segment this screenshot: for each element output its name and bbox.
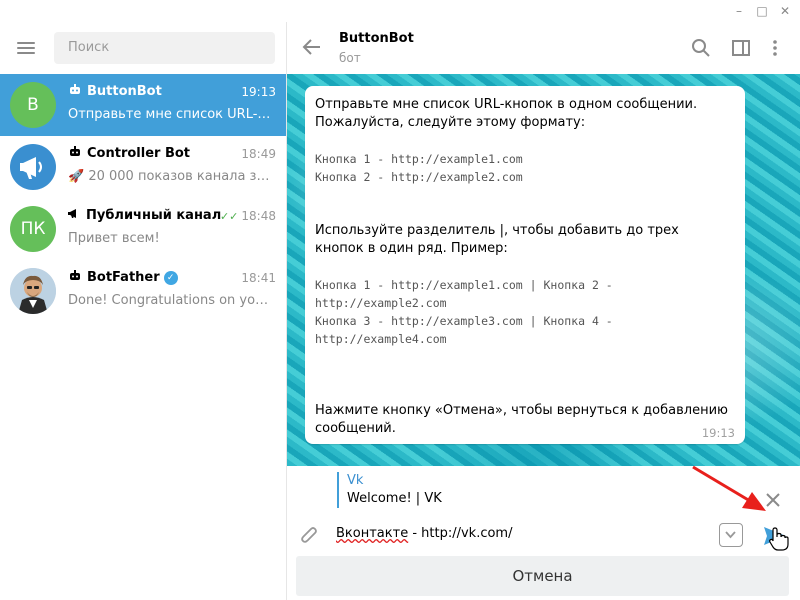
chat-preview: Done! Congratulations on your new bot. [68, 293, 276, 308]
chat-title: Публичный канал [68, 208, 221, 223]
message-code: Кнопка 3 - http://example3.com | Кнопка … [315, 314, 613, 346]
bot-icon [70, 270, 80, 280]
avatar: ПК [10, 206, 56, 252]
chat-background: Отправьте мне список URL-кнопок в одном … [287, 74, 800, 466]
message-composer: Вконтакте - http://vk.com/ [287, 518, 800, 554]
chat-item-controller-bot[interactable]: Controller Bot 18:49 🚀 20 000 показов ка… [0, 136, 286, 198]
message-code: Кнопка 1 - http://example1.com | Кнопка … [315, 278, 613, 310]
conversation-header: ButtonBot бот [287, 22, 800, 74]
chat-item-buttonbot[interactable]: B ButtonBot 19:13 Отправьте мне список U… [0, 74, 286, 136]
chat-time: 19:13 [241, 85, 276, 99]
maximize-button[interactable]: □ [751, 0, 773, 22]
close-icon[interactable] [765, 492, 781, 508]
sidebar-toggle-icon[interactable] [730, 37, 752, 59]
chat-preview: Привет всем! [68, 231, 160, 246]
close-window-button[interactable]: ✕ [774, 0, 796, 22]
search-icon[interactable] [690, 37, 712, 59]
message-code: Кнопка 1 - http://example1.com [315, 152, 523, 166]
hamburger-menu-icon[interactable] [17, 42, 35, 54]
keyboard-toggle-icon[interactable] [719, 523, 743, 547]
chat-item-public-channel[interactable]: ПК Публичный канал ✓✓ 18:48 Привет всем! [0, 198, 286, 260]
avatar: B [10, 82, 56, 128]
chat-preview: Отправьте мне список URL-кнопок в одном … [68, 107, 276, 122]
send-icon[interactable] [762, 524, 788, 548]
reply-accent-line [337, 472, 339, 508]
reply-preview: Vk Welcome! | VK [287, 466, 800, 518]
chat-list-header: Поиск [0, 22, 286, 74]
double-check-icon: ✓✓ [219, 210, 239, 223]
chat-title: Controller Bot [68, 146, 190, 161]
botfather-avatar-icon [10, 268, 56, 314]
channel-icon [68, 209, 76, 218]
chat-title: BotFather ✓ [68, 270, 178, 285]
chat-item-botfather[interactable]: BotFather ✓ 18:41 Done! Congratulations o… [0, 260, 286, 322]
conversation-title[interactable]: ButtonBot [339, 31, 414, 46]
message-code: Кнопка 2 - http://example2.com [315, 170, 523, 184]
message-text: Используйте разделитель |, чтобы добавит… [315, 223, 679, 256]
verified-badge-icon: ✓ [163, 271, 178, 285]
chat-time: ✓✓ 18:48 [219, 209, 276, 223]
message-bubble[interactable]: Отправьте мне список URL-кнопок в одном … [305, 86, 745, 444]
window-titlebar: – □ ✕ [0, 0, 800, 22]
more-options-icon[interactable] [764, 37, 786, 59]
paperclip-icon[interactable] [299, 524, 321, 548]
cancel-button[interactable]: Отмена [296, 556, 789, 596]
conversation-panel: ButtonBot бот Отправьте мне список URL-к… [287, 22, 800, 600]
chat-time: 18:49 [241, 147, 276, 161]
reply-text: Welcome! | VK [347, 491, 442, 506]
message-time: 19:13 [701, 426, 735, 440]
bot-icon [70, 146, 80, 156]
message-input[interactable]: Вконтакте - http://vk.com/ [336, 526, 512, 541]
conversation-status: бот [339, 51, 361, 65]
search-input[interactable]: Поиск [54, 32, 275, 64]
minimize-button[interactable]: – [728, 0, 750, 22]
megaphone-icon [20, 157, 42, 179]
reply-author: Vk [347, 473, 364, 488]
bot-icon [70, 84, 80, 94]
back-arrow-icon[interactable] [301, 36, 323, 58]
chat-time: 18:41 [241, 271, 276, 285]
avatar [10, 144, 56, 190]
chat-title: ButtonBot [68, 84, 162, 99]
avatar [10, 268, 56, 314]
chat-preview: 🚀 20 000 показов канала за 11 рублей [68, 169, 276, 184]
message-text: Нажмите кнопку «Отмена», чтобы вернуться… [315, 403, 728, 436]
chat-list-panel: Поиск B ButtonBot 19:13 Отправьте мне сп… [0, 22, 287, 600]
message-text: Отправьте мне список URL-кнопок в одном … [315, 97, 698, 130]
